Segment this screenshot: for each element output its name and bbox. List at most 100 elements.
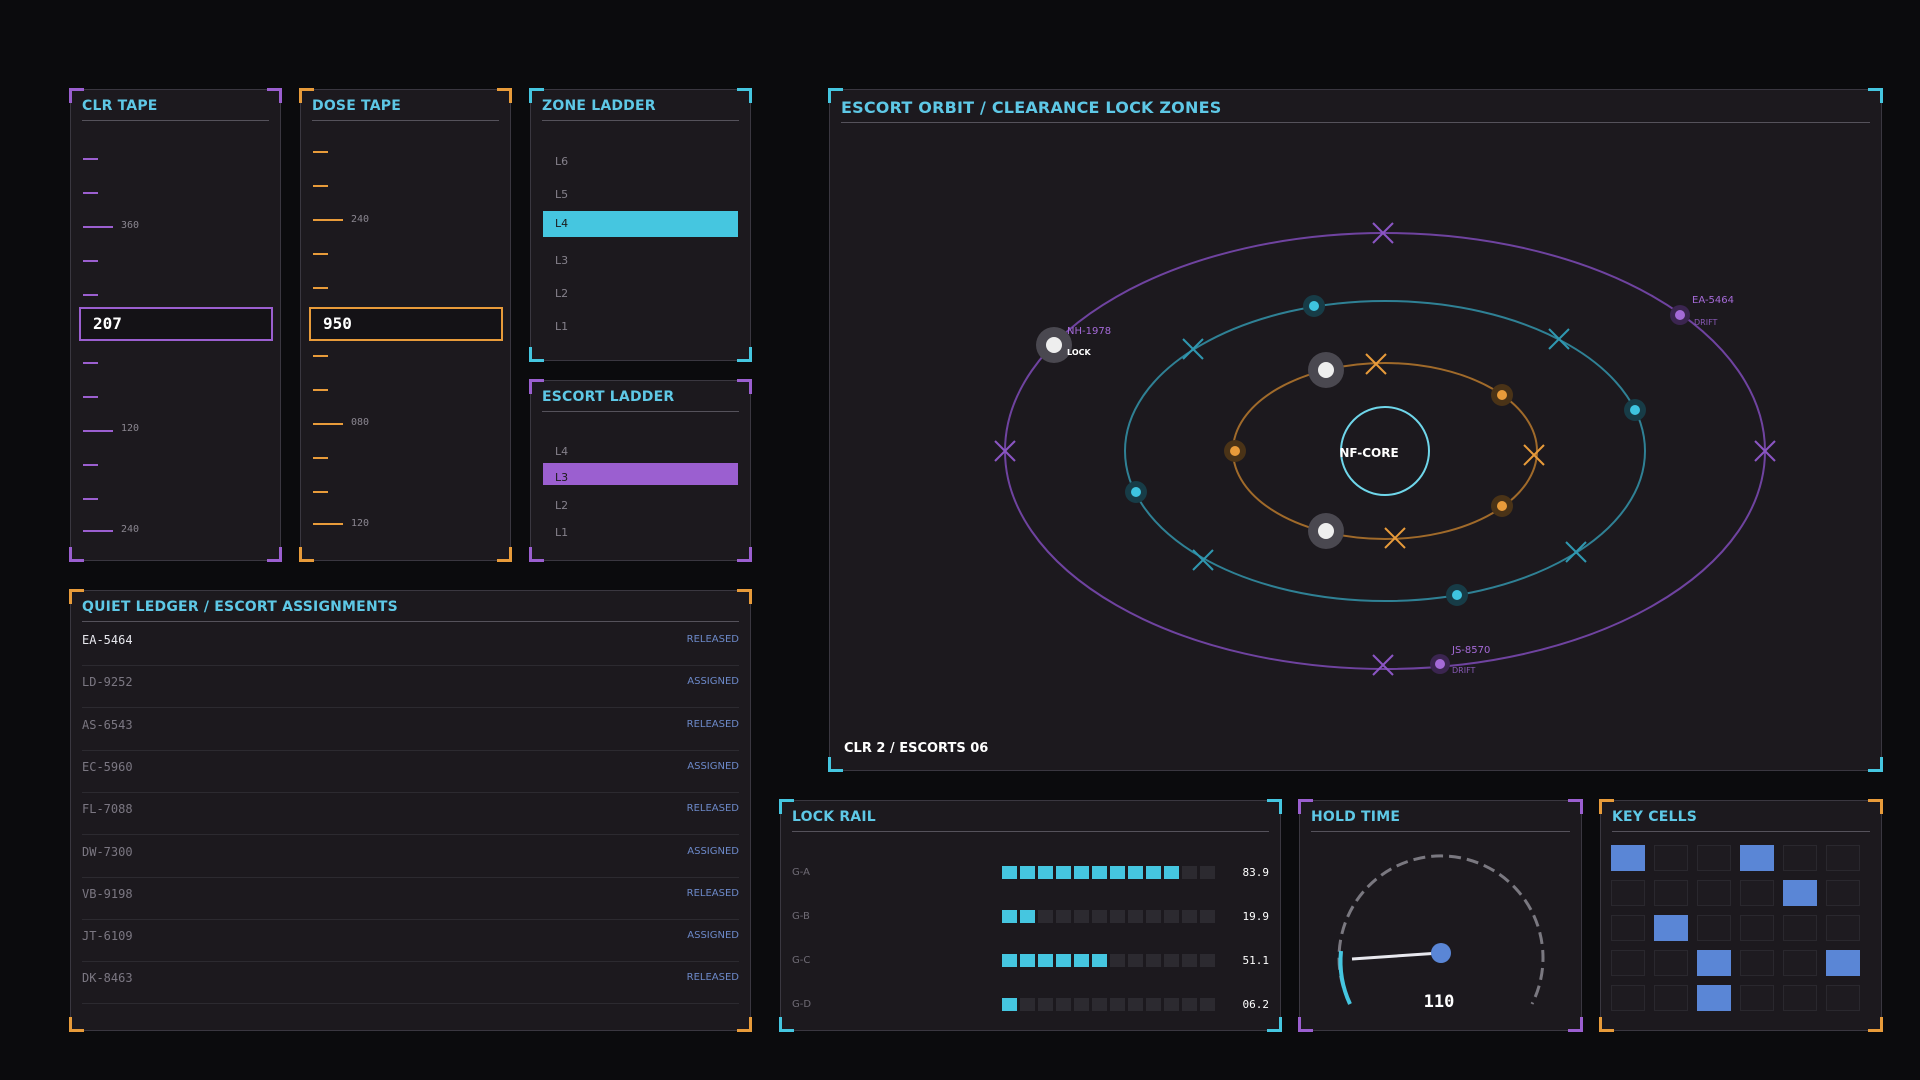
key-cell[interactable] [1697, 915, 1731, 941]
lock-rail-segment [1056, 998, 1071, 1011]
gauge-needle-hub [1431, 943, 1451, 963]
lock-rail-segment [1200, 998, 1215, 1011]
key-cell[interactable] [1697, 985, 1731, 1011]
key-cell[interactable] [1740, 845, 1774, 871]
key-cell[interactable] [1783, 915, 1817, 941]
key-cell[interactable] [1740, 880, 1774, 906]
tape-tick [313, 491, 328, 493]
tape-tick [83, 396, 98, 398]
tape-tick [83, 430, 113, 432]
key-cell[interactable] [1697, 950, 1731, 976]
lock-rail-label: G-B [792, 911, 810, 922]
ledger-row[interactable]: EC-5960 ASSIGNED [82, 750, 739, 793]
key-cell[interactable] [1826, 950, 1860, 976]
zone-rung-l1[interactable]: L1 [543, 314, 738, 340]
zone-rung-l3[interactable]: L3 [543, 248, 738, 274]
escort-rung-l1[interactable]: L1 [543, 520, 738, 546]
key-cell[interactable] [1697, 880, 1731, 906]
ledger-row[interactable]: FL-7088 RELEASED [82, 792, 739, 836]
lock-rail-segment [1056, 866, 1071, 879]
lock-rail-segment [1182, 954, 1197, 967]
key-cell[interactable] [1826, 880, 1860, 906]
key-cell[interactable] [1783, 950, 1817, 976]
lock-rail-title: LOCK RAIL [792, 809, 1269, 832]
lock-rail-label: G-C [792, 955, 811, 966]
lock-rail-segment [1128, 866, 1143, 879]
key-cell[interactable] [1697, 845, 1731, 871]
ledger-row-status: ASSIGNED [687, 760, 739, 772]
ledger-row[interactable]: EA-5464 RELEASED [82, 623, 739, 666]
lock-rail-segment [1128, 910, 1143, 923]
lock-rail-segment [1182, 998, 1197, 1011]
key-cell[interactable] [1740, 950, 1774, 976]
escort-ladder-panel: ESCORT LADDER L4 L3 L2 L1 [529, 379, 752, 562]
lock-rail-segment [1056, 910, 1071, 923]
lock-rail-segment [1074, 954, 1089, 967]
zone-rung-l5[interactable]: L5 [543, 182, 738, 208]
key-cell[interactable] [1611, 985, 1645, 1011]
tag-status-ea: DRIFT [1694, 318, 1718, 327]
key-cell[interactable] [1740, 915, 1774, 941]
ledger-row[interactable]: DW-7300 ASSIGNED [82, 835, 739, 878]
lock-rail-segment [1200, 910, 1215, 923]
key-cell[interactable] [1826, 985, 1860, 1011]
ledger-row[interactable]: LD-9252 ASSIGNED [82, 665, 739, 709]
lock-rail-segment [1002, 866, 1017, 879]
lock-rail-row: G-D 06.2 [792, 995, 1269, 1015]
lock-rail-row: G-B 19.9 [792, 907, 1269, 927]
lock-rail-segment [1074, 866, 1089, 879]
key-cell[interactable] [1611, 880, 1645, 906]
tape-tick [83, 260, 98, 262]
key-cell[interactable] [1654, 950, 1688, 976]
lock-rail-segment [1146, 954, 1161, 967]
lock-rail-segment [1182, 910, 1197, 923]
escort-rung-l2[interactable]: L2 [543, 493, 738, 519]
tape-tick-label: 240 [351, 214, 370, 225]
key-cells-panel: KEY CELLS [1599, 799, 1883, 1032]
lock-rail-segment [1110, 910, 1125, 923]
orbit-footer: CLR 2 / ESCORTS 06 [844, 741, 988, 756]
tape-tick [83, 158, 98, 160]
tape-tick [83, 498, 98, 500]
clr-tape-panel: CLR TAPE 360 207 120 240 [69, 88, 282, 562]
lock-rail-segment [1092, 954, 1107, 967]
escort-rung-l4[interactable]: L4 [543, 439, 738, 465]
key-cell[interactable] [1611, 950, 1645, 976]
escort-ladder-title: ESCORT LADDER [542, 389, 739, 412]
ledger-row[interactable]: JT-6109 ASSIGNED [82, 919, 739, 963]
lock-rail-segment [1200, 866, 1215, 879]
key-cell[interactable] [1783, 985, 1817, 1011]
hold-time-value: 110 [1424, 992, 1455, 1012]
hold-time-gauge: 110 [1337, 854, 1545, 1012]
escort-orbit-panel: ESCORT ORBIT / CLEARANCE LOCK ZONES NF-C… [828, 88, 1883, 772]
ledger-row[interactable]: AS-6543 RELEASED [82, 708, 739, 751]
ledger-row[interactable]: VB-9198 RELEASED [82, 877, 739, 920]
zone-rung-l6[interactable]: L6 [543, 149, 738, 175]
key-cell[interactable] [1740, 985, 1774, 1011]
zone-rung-l2[interactable]: L2 [543, 281, 738, 307]
lock-rail-row: G-C 51.1 [792, 951, 1269, 971]
key-cell[interactable] [1611, 845, 1645, 871]
key-cell[interactable] [1654, 915, 1688, 941]
key-cell[interactable] [1654, 880, 1688, 906]
key-cell[interactable] [1611, 915, 1645, 941]
zone-rung-l4[interactable]: L4 [543, 211, 738, 237]
key-cell[interactable] [1783, 880, 1817, 906]
tape-tick [313, 185, 328, 187]
lock-rail-segment [1146, 910, 1161, 923]
lock-rail-segment [1074, 998, 1089, 1011]
zone-ladder-panel: ZONE LADDER L6 L5 L4 L3 L2 L1 [529, 88, 752, 362]
tape-tick [313, 457, 328, 459]
tape-tick [313, 219, 343, 221]
hold-time-panel: HOLD TIME 110 [1298, 799, 1583, 1032]
escort-rung-l3[interactable]: L3 [543, 463, 738, 485]
ledger-row-id: DK-8463 [82, 971, 133, 986]
key-cell[interactable] [1826, 915, 1860, 941]
key-cell[interactable] [1654, 985, 1688, 1011]
ledger-row[interactable]: DK-8463 RELEASED [82, 961, 739, 1005]
key-cell[interactable] [1654, 845, 1688, 871]
key-cell[interactable] [1826, 845, 1860, 871]
key-cell[interactable] [1783, 845, 1817, 871]
lock-rail-segment [1164, 910, 1179, 923]
tape-tick [313, 287, 328, 289]
